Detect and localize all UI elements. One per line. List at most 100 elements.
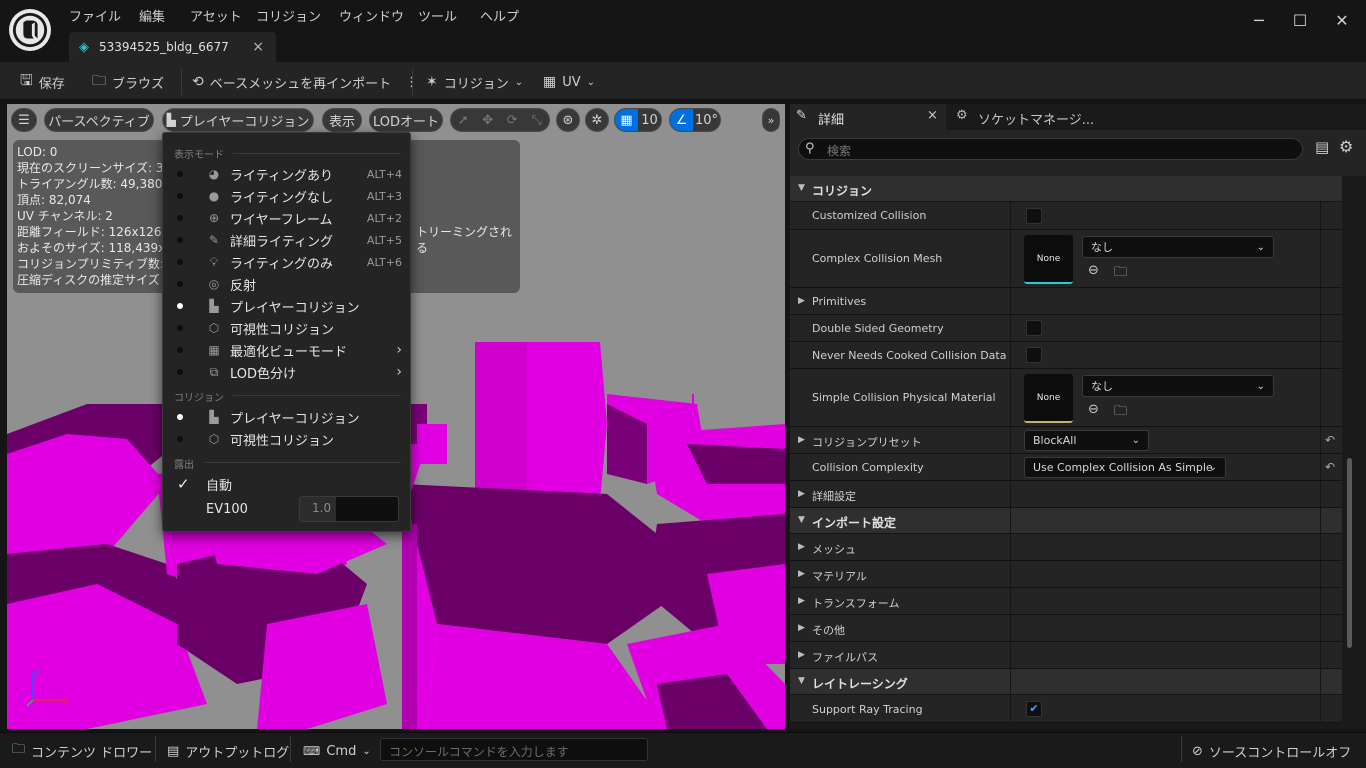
collision-preset-select[interactable]: BlockAll ⌄ [1024, 430, 1149, 451]
cmd-selector[interactable]: ⌨ Cmd ⌄ [303, 741, 371, 761]
uv-menu-button[interactable]: ▦ UV ⌄ [543, 71, 595, 93]
tab-details[interactable]: ✎ 詳細 × [790, 104, 946, 130]
browse-asset-icon[interactable]: 🗀 [1114, 402, 1127, 424]
save-button[interactable]: 🖫 保存 [20, 71, 65, 93]
tab-socket-manager[interactable]: ⚙ ソケットマネージ... [950, 104, 1110, 130]
chevron-right-icon: ▶ [798, 489, 805, 499]
category-collision[interactable]: ▼ コリジョン [790, 176, 1342, 202]
table-view-icon[interactable]: ▤ [1315, 138, 1329, 156]
menu-collision[interactable]: コリジョン [256, 6, 321, 25]
row-advanced[interactable]: ▶ 詳細設定 [790, 481, 1342, 508]
scale-icon[interactable]: ⤡ [525, 113, 550, 128]
menu-item-collision-visibility[interactable]: ⬡ 可視性コリジョン [163, 428, 410, 450]
view-mode-button[interactable]: ▙ プレイヤーコリジョン [162, 108, 314, 132]
physical-material-select[interactable]: なし ⌄ [1082, 375, 1274, 397]
menu-window[interactable]: ウィンドウ [339, 6, 404, 25]
details-scrollbar[interactable] [1346, 176, 1352, 729]
menu-item-auto-exposure[interactable]: ✓ 自動 [163, 473, 410, 495]
asset-tab[interactable]: ◈ 53394525_bldg_6677 × [69, 32, 276, 62]
row-material[interactable]: ▶ マテリアル [790, 561, 1342, 588]
transform-tools: ➚ ✥ ⟳ ⤡ [450, 108, 550, 132]
visibility-collision-icon: ⬡ [208, 321, 220, 335]
output-log-button[interactable]: ▤ アウトプットログ [167, 741, 289, 761]
reimport-base-mesh-button[interactable]: ⟲ ベースメッシュを再インポート ⋮ [192, 71, 418, 93]
support-ray-tracing-checkbox[interactable]: ✔ [1026, 701, 1042, 717]
lod-button[interactable]: LODオート [369, 108, 443, 132]
folder-search-icon: 🗀 [92, 73, 106, 89]
source-control-button[interactable]: ⊘ ソースコントロールオフ [1192, 741, 1351, 761]
browse-button[interactable]: 🗀 ブラウズ [92, 71, 164, 93]
complex-collision-thumbnail[interactable]: None [1024, 235, 1073, 284]
ev100-spinbox[interactable]: 1.0 [299, 496, 399, 522]
row-transform[interactable]: ▶ トランスフォーム [790, 588, 1342, 615]
use-selected-asset-icon[interactable]: ⊖ [1088, 402, 1099, 417]
menu-item-reflections[interactable]: ◎ 反射 [163, 273, 410, 295]
menu-item-wireframe[interactable]: ⊕ ワイヤーフレーム ALT+2 [163, 207, 410, 229]
unreal-logo[interactable] [9, 9, 51, 51]
customized-collision-checkbox[interactable] [1026, 208, 1042, 224]
angle-snap-button[interactable]: ∠ 10° [669, 108, 721, 132]
section-exposure: 露出 [174, 460, 194, 471]
surface-snap-button[interactable]: ⊛ [556, 108, 580, 132]
local-space-button[interactable]: ✲ [585, 108, 609, 132]
collision-complexity-select[interactable]: Use Complex Collision As Simple ⌄ [1024, 457, 1226, 478]
move-icon[interactable]: ✥ [476, 113, 501, 128]
double-sided-checkbox[interactable] [1026, 320, 1042, 336]
complex-collision-mesh-select[interactable]: なし ⌄ [1082, 236, 1274, 258]
show-button[interactable]: 表示 [322, 108, 362, 132]
socket-icon: ⚙ [956, 108, 968, 123]
reset-to-default-icon[interactable]: ↶ [1325, 433, 1335, 447]
expand-toolbar-button[interactable]: » [762, 108, 780, 132]
settings-gear-icon[interactable]: ⚙ [1339, 137, 1353, 156]
close-tab-icon[interactable]: × [927, 108, 938, 123]
toolbar-divider [181, 69, 182, 95]
menu-item-player-collision[interactable]: ▙ プレイヤーコリジョン [163, 295, 410, 317]
tab-title: 53394525_bldg_6677 [99, 40, 229, 54]
row-other[interactable]: ▶ その他 [790, 615, 1342, 642]
console-command-input[interactable]: コンソールコマンドを入力します [380, 738, 648, 761]
use-selected-asset-icon[interactable]: ⊖ [1088, 263, 1099, 278]
menu-edit[interactable]: 編集 [139, 6, 165, 25]
tab-close-button[interactable]: × [252, 39, 264, 55]
scrollbar-thumb[interactable] [1347, 458, 1352, 648]
category-ray-tracing[interactable]: ▼ レイトレーシング [790, 669, 1342, 695]
row-file-path[interactable]: ▶ ファイルパス [790, 642, 1342, 669]
menu-item-visibility-collision[interactable]: ⬡ 可視性コリジョン [163, 317, 410, 339]
collision-menu-button[interactable]: ✶ コリジョン ⌄ [426, 71, 523, 93]
menu-item-unlit[interactable]: ● ライティングなし ALT+3 [163, 185, 410, 207]
menu-file[interactable]: ファイル [69, 6, 121, 25]
perspective-button[interactable]: パースペクティブ [44, 108, 154, 132]
never-needs-cooked-checkbox[interactable] [1026, 347, 1042, 363]
physical-material-thumbnail[interactable]: None [1024, 374, 1073, 423]
viewport-menu-button[interactable]: ☰ [11, 108, 37, 132]
grid-snap-button[interactable]: ▦ 10 [614, 108, 662, 132]
chevron-right-double-icon: » [767, 113, 775, 127]
category-import-settings[interactable]: ▼ インポート設定 [790, 508, 1342, 534]
menu-tools[interactable]: ツール [418, 6, 457, 25]
details-search-input[interactable]: ⚲ 検索 [798, 138, 1303, 160]
select-icon[interactable]: ➚ [451, 113, 476, 128]
close-window-button[interactable]: ✕ [1332, 10, 1352, 30]
content-drawer-button[interactable]: 🗀 コンテンツ ドロワー [12, 741, 152, 761]
menu-item-lighting-only[interactable]: 💡︎ ライティングのみ ALT+6 [163, 251, 410, 273]
browse-asset-icon[interactable]: 🗀 [1114, 263, 1127, 285]
row-mesh[interactable]: ▶ メッシュ [790, 534, 1342, 561]
pencil-icon: ✎ [796, 108, 807, 123]
reflection-icon: ◎ [208, 277, 220, 291]
menu-item-lit[interactable]: ◕ ライティングあり ALT+4 [163, 163, 410, 185]
terminal-icon: ⌨ [303, 744, 321, 758]
reset-to-default-icon[interactable]: ↶ [1325, 460, 1335, 474]
minimize-button[interactable]: ─ [1249, 10, 1269, 30]
row-primitives[interactable]: ▶ Primitives [790, 288, 1342, 315]
chevron-right-icon[interactable]: ▶ [798, 435, 805, 445]
radio-bullet [177, 215, 183, 221]
menu-item-optimization-viewmodes[interactable]: ▦ 最適化ビューモード › [163, 339, 410, 361]
angle-snap-icon: ∠ [670, 109, 694, 131]
menu-item-collision-player[interactable]: ▙ プレイヤーコリジョン [163, 406, 410, 428]
menu-item-detail-lighting[interactable]: ✎ 詳細ライティング ALT+5 [163, 229, 410, 251]
rotate-icon[interactable]: ⟳ [500, 113, 525, 128]
menu-help[interactable]: ヘルプ [480, 6, 519, 25]
maximize-button[interactable]: ☐ [1290, 10, 1310, 30]
menu-item-lod-coloration[interactable]: ⧉ LOD色分け › [163, 361, 410, 383]
menu-asset[interactable]: アセット [190, 6, 242, 25]
